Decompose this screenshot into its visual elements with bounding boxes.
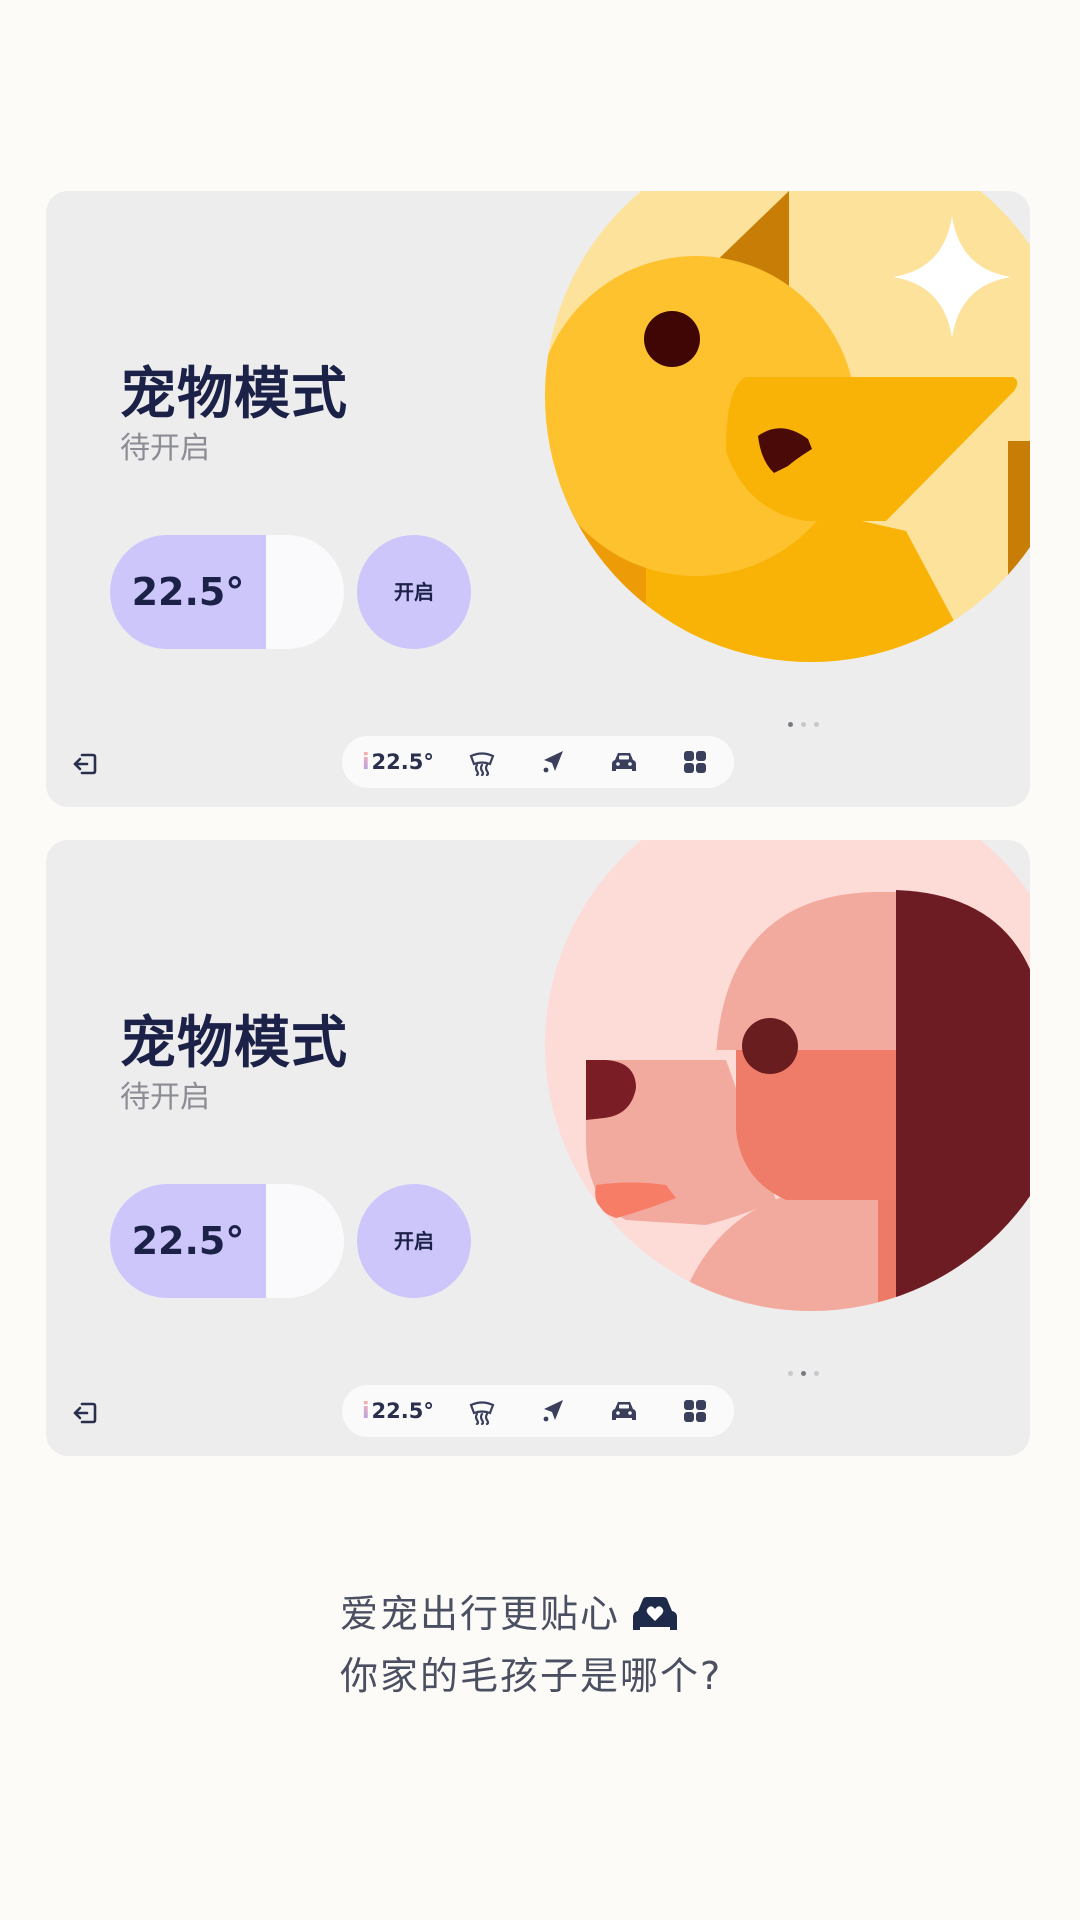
page-indicator [788, 1371, 819, 1376]
car-icon[interactable] [610, 1397, 638, 1425]
mode-status: 待开启 [120, 1080, 210, 1115]
page-dot [801, 722, 806, 727]
apps-grid-icon[interactable] [681, 748, 709, 776]
car-icon[interactable] [610, 748, 638, 776]
navigation-icon[interactable] [539, 748, 567, 776]
exit-icon[interactable] [70, 1398, 100, 1428]
climate-indicator-icon: i [362, 1398, 370, 1424]
page-dot [801, 1371, 806, 1376]
tagline: 爱宠出行更贴心 你家的毛孩子是哪个? [340, 1583, 940, 1707]
exit-icon[interactable] [70, 749, 100, 779]
dock-temperature[interactable]: i 22.5° [362, 736, 434, 788]
page-title: 宠物模式 [120, 1011, 348, 1076]
navigation-icon[interactable] [539, 1397, 567, 1425]
bottom-dock: i 22.5° [342, 1385, 734, 1437]
temperature-control[interactable]: 22.5° [110, 1184, 344, 1298]
dock-temperature-value: 22.5° [371, 750, 434, 774]
tagline-line-1: 爱宠出行更贴心 [340, 1583, 940, 1645]
tagline-text-2: 你家的毛孩子是哪个? [340, 1654, 723, 1698]
defrost-icon[interactable] [468, 748, 496, 776]
temperature-value: 22.5° [131, 1219, 245, 1263]
dock-temperature[interactable]: i 22.5° [362, 1385, 434, 1437]
apps-grid-icon[interactable] [681, 1397, 709, 1425]
tagline-text-1: 爱宠出行更贴心 [340, 1592, 621, 1636]
page-dot [814, 722, 819, 727]
temperature-control[interactable]: 22.5° [110, 535, 344, 649]
page-dot [788, 1371, 793, 1376]
page-dot [788, 722, 793, 727]
temperature-value: 22.5° [131, 570, 245, 614]
dock-temperature-value: 22.5° [371, 1399, 434, 1423]
heart-car-icon [630, 1594, 680, 1634]
mode-status: 待开启 [120, 431, 210, 466]
bottom-dock: i 22.5° [342, 736, 734, 788]
enable-button[interactable]: 开启 [357, 1184, 471, 1298]
pet-mode-card-duck[interactable]: 宠物模式 待开启 22.5° 开启 i 22.5° [46, 191, 1030, 807]
climate-indicator-icon: i [362, 749, 370, 775]
dog-illustration [46, 840, 1030, 1456]
duck-illustration [46, 191, 1030, 807]
defrost-icon[interactable] [468, 1397, 496, 1425]
page-dot [814, 1371, 819, 1376]
tagline-line-2: 你家的毛孩子是哪个? [340, 1645, 940, 1707]
page-indicator [788, 722, 819, 727]
page-title: 宠物模式 [120, 362, 348, 427]
enable-button[interactable]: 开启 [357, 535, 471, 649]
pet-mode-card-dog[interactable]: 宠物模式 待开启 22.5° 开启 i 22.5° [46, 840, 1030, 1456]
